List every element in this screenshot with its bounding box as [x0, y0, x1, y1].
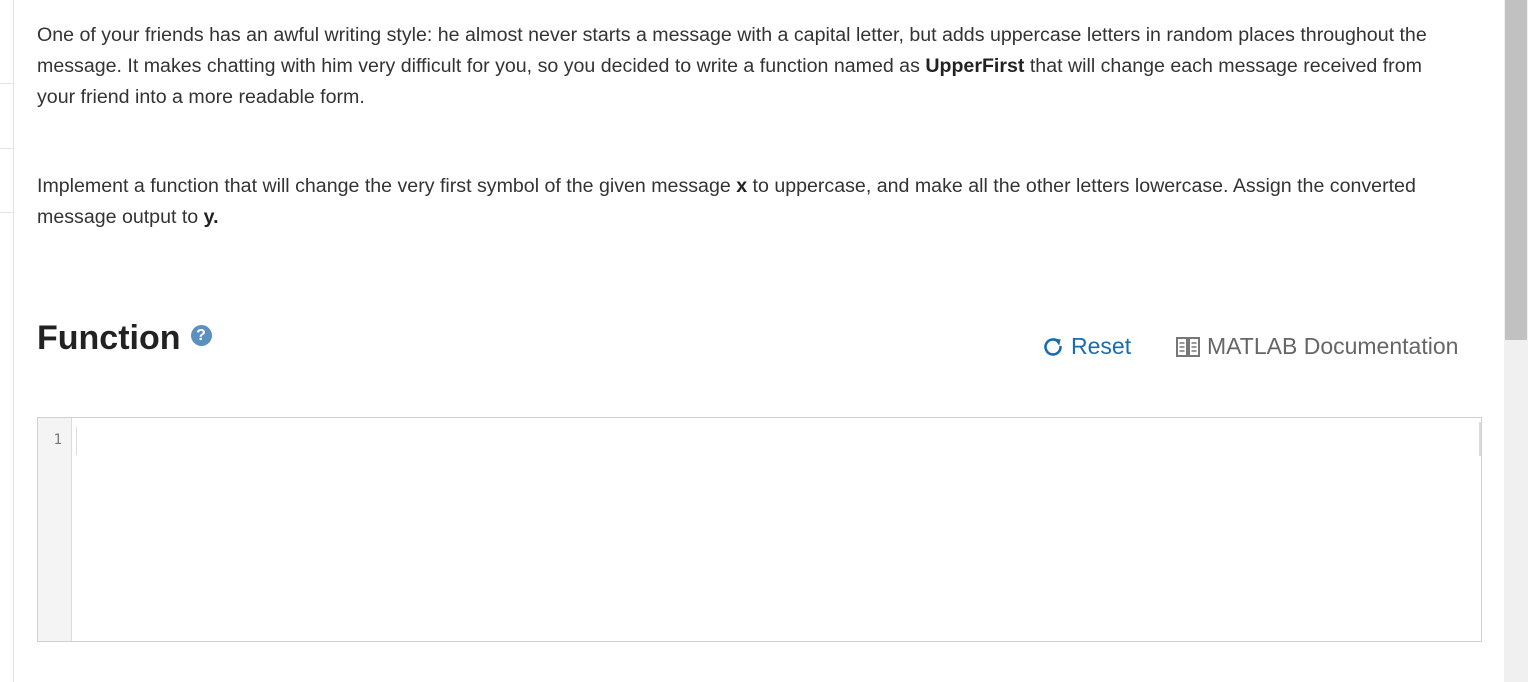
- function-heading: Function ?: [37, 316, 212, 360]
- doc-label: MATLAB Documentation: [1207, 333, 1459, 359]
- left-panel-edge: [0, 0, 14, 682]
- reset-label: Reset: [1071, 333, 1132, 359]
- code-editor[interactable]: 1: [37, 417, 1482, 642]
- output-variable: y.: [203, 206, 219, 228]
- line-number: 1: [53, 432, 62, 448]
- code-input-area[interactable]: [72, 418, 1481, 641]
- left-divider: [0, 83, 13, 84]
- left-divider: [0, 148, 13, 149]
- input-variable: x: [736, 175, 748, 197]
- matlab-documentation-link[interactable]: MATLAB Documentation: [1176, 333, 1458, 360]
- book-icon: [1176, 336, 1200, 357]
- function-name: UpperFirst: [925, 55, 1025, 77]
- text-cursor: [76, 427, 77, 455]
- problem-paragraph-2: Implement a function that will change th…: [37, 171, 1467, 233]
- page-scrollbar[interactable]: [1504, 0, 1528, 682]
- editor-scrollbar[interactable]: [1479, 422, 1481, 456]
- function-heading-text: Function: [37, 319, 181, 357]
- problem-paragraph-1: One of your friends has an awful writing…: [37, 20, 1437, 113]
- left-divider: [0, 212, 13, 213]
- page-scrollbar-thumb[interactable]: [1505, 0, 1527, 340]
- paragraph-2-text: Implement a function that will change th…: [37, 175, 737, 197]
- editor-gutter: 1: [38, 418, 72, 641]
- refresh-icon: [1044, 337, 1062, 356]
- reset-button[interactable]: Reset: [1041, 333, 1131, 360]
- question-circle-icon[interactable]: ?: [190, 324, 212, 346]
- page: One of your friends has an awful writing…: [0, 0, 1528, 682]
